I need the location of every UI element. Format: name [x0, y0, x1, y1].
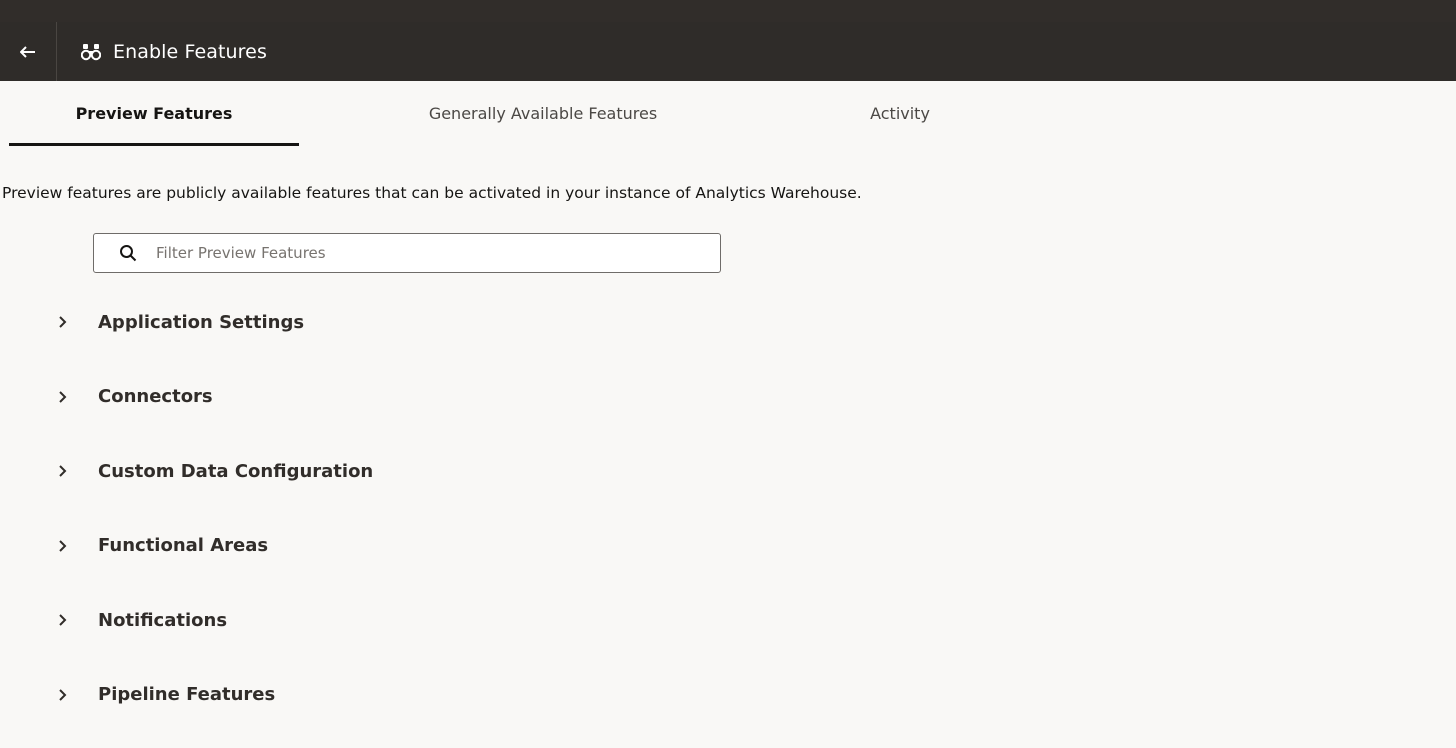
group-label: Application Settings [98, 311, 305, 333]
group-pipeline-features[interactable]: Pipeline Features [0, 658, 1456, 733]
group-label: Pipeline Features [98, 684, 276, 706]
group-functional-areas[interactable]: Functional Areas [0, 509, 1456, 584]
feature-groups-list: Application Settings Connectors Custom D… [0, 285, 1456, 732]
chevron-right-icon [56, 464, 70, 478]
chevron-right-icon [56, 390, 70, 404]
group-application-settings[interactable]: Application Settings [0, 285, 1456, 360]
back-button[interactable] [0, 22, 57, 81]
group-label: Functional Areas [98, 535, 269, 557]
group-notifications[interactable]: Notifications [0, 583, 1456, 658]
tab-generally-available-features[interactable]: Generally Available Features [343, 81, 743, 146]
tab-preview-features[interactable]: Preview Features [9, 81, 299, 146]
filter-preview-features-input[interactable] [154, 243, 654, 263]
chevron-right-icon [56, 688, 70, 702]
group-custom-data-configuration[interactable]: Custom Data Configuration [0, 434, 1456, 509]
group-label: Notifications [98, 609, 228, 631]
group-connectors[interactable]: Connectors [0, 360, 1456, 435]
binoculars-icon [81, 42, 101, 62]
arrow-left-icon [20, 45, 35, 58]
page-title: Enable Features [113, 40, 267, 63]
group-label: Custom Data Configuration [98, 460, 374, 482]
chevron-right-icon [56, 315, 70, 329]
tab-activity[interactable]: Activity [780, 81, 1020, 146]
feature-tabs: Preview Features Generally Available Fea… [0, 81, 1456, 146]
page-description: Preview features are publicly available … [2, 184, 862, 202]
chevron-right-icon [56, 539, 70, 553]
chevron-right-icon [56, 613, 70, 627]
filter-search-box[interactable] [93, 233, 721, 273]
top-strip [0, 0, 1456, 22]
page-header: Enable Features [0, 22, 1456, 81]
group-label: Connectors [98, 386, 213, 408]
search-icon [118, 243, 138, 263]
